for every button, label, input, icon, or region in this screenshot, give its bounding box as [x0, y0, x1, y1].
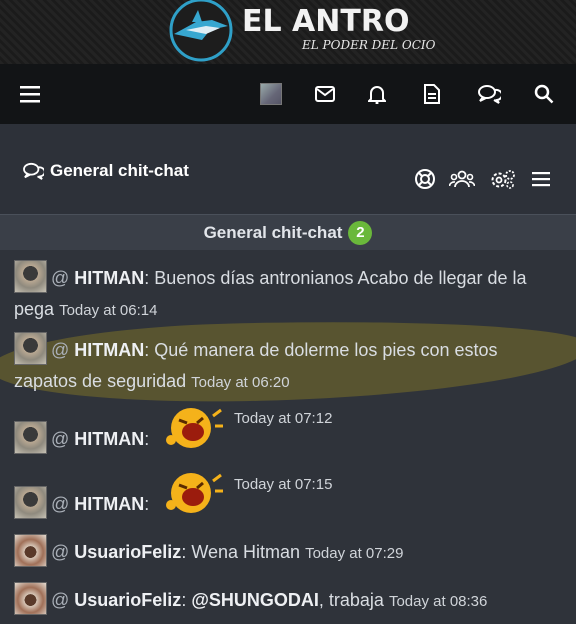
chat-message: @ UsuarioFeliz: Wena Hitman Today at 07:…: [14, 534, 562, 569]
message-time: Today at 08:36: [388, 593, 488, 610]
message-username[interactable]: UsuarioFeliz: [74, 542, 181, 562]
menu-icon[interactable]: [14, 78, 46, 110]
at-icon: @: [51, 429, 75, 449]
brand-tagline: EL PODER DEL OCIO: [302, 38, 436, 52]
unread-badge: 2: [348, 220, 373, 245]
site-banner: EL ANTRO EL PODER DEL OCIO: [0, 0, 576, 64]
section-menu-icon[interactable]: [528, 166, 554, 192]
message-time: Today at 07:15: [234, 476, 333, 493]
laughing-emoji-icon: [166, 408, 223, 448]
mention-link[interactable]: @SHUNGODAI: [191, 590, 319, 610]
avatar[interactable]: [14, 332, 47, 365]
brand-name[interactable]: EL ANTRO: [242, 4, 409, 39]
message-username[interactable]: HITMAN: [74, 494, 144, 514]
avatar[interactable]: [14, 534, 47, 567]
at-icon: @: [51, 268, 75, 288]
message-time: Today at 06:14: [59, 302, 158, 319]
avatar[interactable]: [14, 486, 47, 519]
user-avatar[interactable]: [255, 78, 287, 110]
chat-message: @ HITMAN: Qué manera de dolerme los pies…: [14, 332, 562, 398]
message-username[interactable]: HITMAN: [74, 340, 144, 360]
search-icon[interactable]: [528, 78, 560, 110]
chat-icon[interactable]: [473, 78, 505, 110]
at-icon: @: [51, 542, 75, 562]
message-text: , trabaja: [318, 590, 384, 610]
message-username[interactable]: HITMAN: [74, 268, 144, 288]
chat-message: @ HITMAN: Buenos días antronianos Acabo …: [14, 260, 562, 326]
settings-icon[interactable]: [490, 166, 516, 192]
page-title[interactable]: General chit-chat: [22, 161, 189, 181]
shark-logo-icon[interactable]: [166, 0, 236, 64]
envelope-icon[interactable]: [309, 78, 341, 110]
at-icon: @: [51, 590, 75, 610]
message-time-row: Today at 07:12: [234, 402, 374, 434]
avatar[interactable]: [14, 582, 47, 615]
document-icon[interactable]: [416, 78, 448, 110]
chat-title[interactable]: General chit-chat: [204, 223, 343, 243]
at-icon: @: [51, 340, 75, 360]
chat-icon: [23, 162, 44, 180]
message-time: Today at 07:12: [234, 410, 333, 427]
avatar[interactable]: [14, 260, 47, 293]
chat-message: @ UsuarioFeliz: @SHUNGODAI, trabaja Toda…: [14, 582, 562, 617]
at-icon: @: [51, 494, 75, 514]
users-icon[interactable]: [449, 166, 475, 192]
message-time-row: Today at 07:15: [234, 468, 374, 500]
avatar[interactable]: [14, 421, 47, 454]
message-time: Today at 06:20: [191, 374, 290, 391]
message-username[interactable]: UsuarioFeliz: [74, 590, 181, 610]
bell-icon[interactable]: [361, 78, 393, 110]
chat-header: General chit-chat 2: [0, 214, 576, 250]
message-username[interactable]: HITMAN: [74, 429, 144, 449]
laughing-emoji-icon: [166, 473, 223, 513]
top-navbar: [0, 64, 576, 124]
section-title-label: General chit-chat: [50, 161, 189, 180]
lifebuoy-icon[interactable]: [412, 166, 438, 192]
message-text: Wena Hitman: [191, 542, 301, 562]
message-time: Today at 07:29: [305, 545, 404, 562]
